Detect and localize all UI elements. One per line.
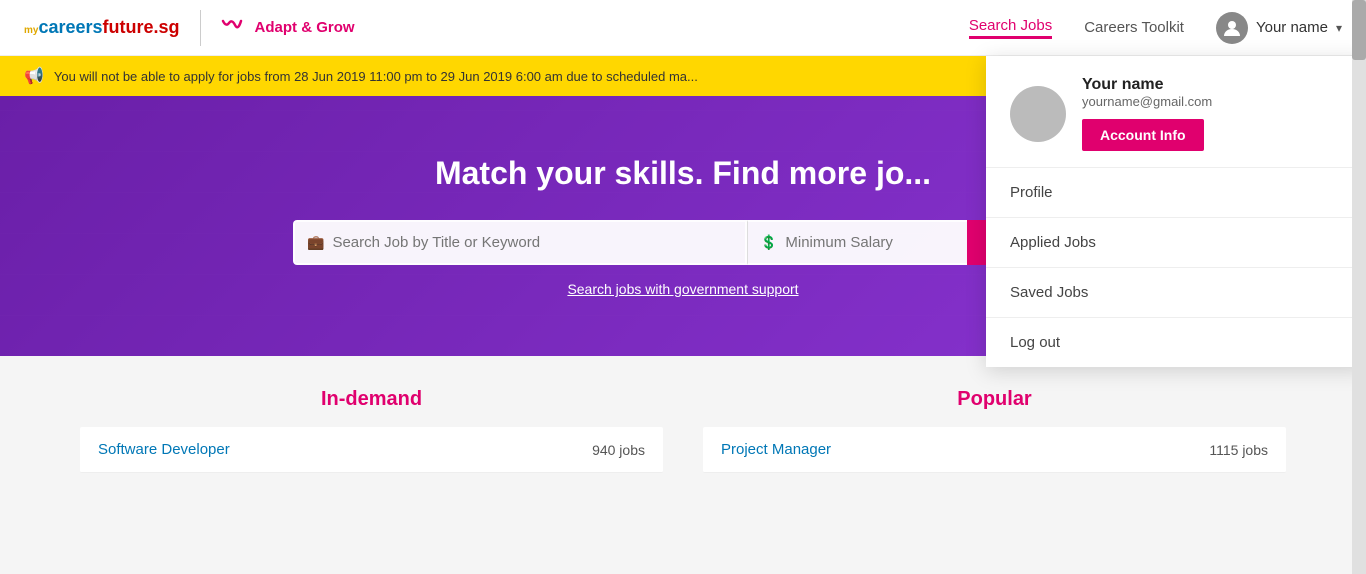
in-demand-col: In-demand Software Developer 940 jobs — [80, 388, 663, 475]
scrollbar-thumb[interactable] — [1352, 0, 1366, 60]
in-demand-title: In-demand — [80, 388, 663, 411]
hero-title: Match your skills. Find more jo... — [435, 155, 931, 192]
search-jobs-nav[interactable]: Search Jobs — [969, 17, 1052, 39]
dropdown-username: Your name — [1082, 76, 1212, 94]
dropdown-user-info: Your name yourname@gmail.com Account Inf… — [1082, 76, 1212, 151]
popular-col: Popular Project Manager 1115 jobs — [703, 388, 1286, 475]
salary-input[interactable] — [785, 234, 955, 251]
dropdown-header: Your name yourname@gmail.com Account Inf… — [986, 56, 1366, 168]
user-avatar-icon — [1216, 12, 1248, 44]
jobs-section: In-demand Software Developer 940 jobs Po… — [0, 356, 1366, 507]
careers-toolkit-nav[interactable]: Careers Toolkit — [1084, 19, 1184, 36]
alert-text: You will not be able to apply for jobs f… — [54, 69, 698, 84]
dropdown-email: yourname@gmail.com — [1082, 94, 1212, 109]
briefcase-icon: 💼 — [307, 234, 324, 251]
logo-my: my — [24, 25, 38, 36]
table-row[interactable]: Project Manager 1115 jobs — [703, 427, 1286, 473]
dropdown-menu-items: Profile Applied Jobs Saved Jobs Log out — [986, 168, 1366, 367]
user-name-label: Your name — [1256, 19, 1328, 36]
logo-mycf: mycareersfuture.sg — [24, 17, 180, 38]
govt-support-link[interactable]: Search jobs with government support — [567, 281, 798, 297]
search-input-wrap: 💼 — [293, 220, 747, 265]
header: mycareersfuture.sg Adapt & Grow Search J… — [0, 0, 1366, 56]
sidebar-item-logout[interactable]: Log out — [986, 318, 1366, 367]
logo-careers: careers — [38, 17, 102, 37]
job-count: 1115 jobs — [1209, 442, 1268, 458]
alert-icon: 📢 — [24, 66, 44, 86]
account-info-button[interactable]: Account Info — [1082, 119, 1204, 151]
sidebar-item-applied-jobs[interactable]: Applied Jobs — [986, 218, 1366, 268]
user-dropdown: Your name yourname@gmail.com Account Inf… — [986, 56, 1366, 367]
scrollbar[interactable] — [1352, 0, 1366, 574]
logo-area: mycareersfuture.sg Adapt & Grow — [24, 10, 355, 46]
sidebar-item-profile[interactable]: Profile — [986, 168, 1366, 218]
search-bar: 💼 💲 Search — [293, 220, 1073, 265]
logo-sg: .sg — [154, 17, 180, 37]
adapt-grow-label: Adapt & Grow — [255, 19, 355, 36]
salary-input-wrap: 💲 — [747, 220, 967, 265]
logo-divider — [200, 10, 201, 46]
user-area[interactable]: Your name ▾ — [1216, 12, 1342, 44]
logo-future: future — [103, 17, 154, 37]
job-count: 940 jobs — [592, 442, 645, 458]
dropdown-avatar — [1010, 86, 1066, 142]
popular-title: Popular — [703, 388, 1286, 411]
sidebar-item-saved-jobs[interactable]: Saved Jobs — [986, 268, 1366, 318]
search-input[interactable] — [332, 222, 733, 263]
nav-right: Search Jobs Careers Toolkit Your name ▾ — [969, 12, 1342, 44]
salary-icon: 💲 — [760, 234, 777, 251]
job-title: Software Developer — [98, 441, 230, 458]
adapt-grow-icon — [221, 17, 243, 39]
table-row[interactable]: Software Developer 940 jobs — [80, 427, 663, 473]
chevron-down-icon: ▾ — [1336, 21, 1342, 35]
job-title: Project Manager — [721, 441, 831, 458]
